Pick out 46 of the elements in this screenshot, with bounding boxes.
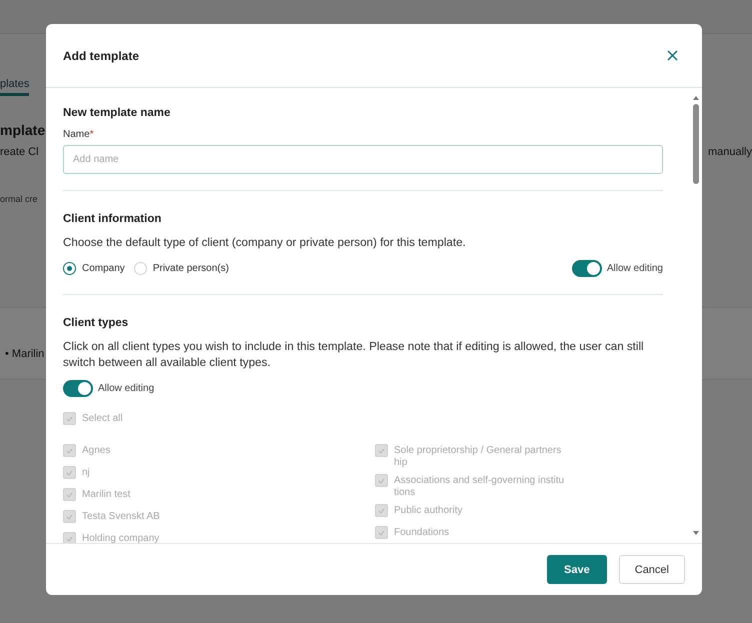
checkbox-label: Agnes bbox=[82, 444, 112, 457]
field-label: Name* bbox=[63, 129, 95, 140]
check-icon bbox=[66, 448, 73, 454]
checkbox-label: Holding company bbox=[82, 532, 160, 543]
toggle-switch[interactable] bbox=[572, 260, 602, 277]
checkbox-label: nj bbox=[82, 466, 91, 479]
check-icon bbox=[378, 448, 385, 454]
close-button[interactable] bbox=[667, 50, 678, 61]
page-heading: mplate bbox=[0, 122, 46, 138]
toggle-label: Allow editing bbox=[98, 383, 154, 394]
check-icon bbox=[66, 514, 73, 520]
page-text: ormal cre bbox=[0, 194, 38, 204]
checkbox-label: Sole proprietorship / General partnership bbox=[394, 444, 562, 469]
check-icon bbox=[66, 536, 73, 542]
checkbox-label: Foundations bbox=[394, 526, 450, 539]
page-text: manually bbox=[708, 146, 752, 158]
toggle-switch[interactable] bbox=[63, 380, 93, 397]
checkbox-label: Associations and self-governing institutions bbox=[394, 474, 566, 499]
toggle-label: Allow editing bbox=[606, 263, 663, 274]
checkbox-label: Public authority bbox=[394, 504, 464, 517]
cancel-button[interactable]: Cancel bbox=[618, 555, 685, 584]
check-icon bbox=[66, 492, 73, 498]
required-mark: * bbox=[90, 129, 94, 140]
check-icon bbox=[378, 530, 385, 536]
radio-button[interactable] bbox=[63, 262, 76, 275]
check-icon bbox=[66, 416, 73, 422]
close-icon bbox=[667, 50, 678, 61]
section-description: Click on all client types you wish to include in this template. Please note that if editing is allowed, the user can still switch between all available client types. bbox=[63, 339, 645, 371]
checkbox-label: Marilin test bbox=[82, 488, 132, 501]
section-heading: Client types bbox=[63, 317, 130, 329]
section-heading: New template name bbox=[63, 107, 172, 119]
radio-label: Company bbox=[82, 263, 125, 274]
dialog-title: Add template bbox=[63, 48, 140, 62]
check-icon bbox=[378, 508, 385, 514]
section-description: Choose the default type of client (company or private person) for this template. bbox=[63, 235, 467, 251]
radio-label: Private person(s) bbox=[152, 263, 229, 274]
checkbox-label: Select all bbox=[82, 412, 124, 425]
check-icon bbox=[378, 478, 385, 484]
tab[interactable]: plates bbox=[0, 78, 30, 96]
list-item: • Marilin bbox=[5, 348, 44, 360]
checkbox-label: Testa Svenskt AB bbox=[82, 510, 161, 523]
save-button[interactable]: Save bbox=[547, 555, 607, 584]
check-icon bbox=[66, 470, 73, 476]
section-heading: Client information bbox=[63, 213, 162, 225]
name-input[interactable]: Add name bbox=[63, 145, 663, 174]
page-text: reate Cl bbox=[0, 146, 39, 158]
